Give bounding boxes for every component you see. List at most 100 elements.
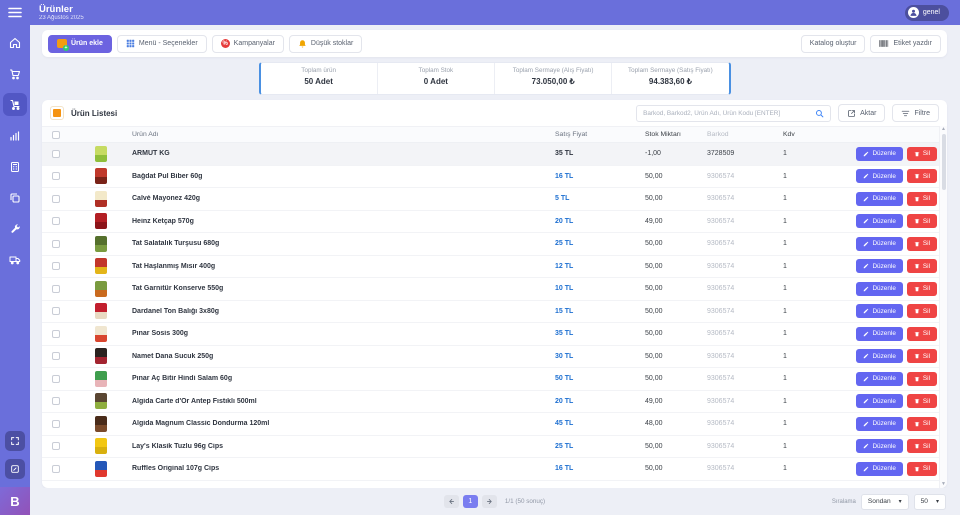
product-price-link[interactable]: 25 TL: [555, 443, 645, 450]
low-stock-button[interactable]: Düşük stoklar: [289, 35, 362, 53]
sidebar-item-home[interactable]: [3, 31, 27, 54]
row-checkbox[interactable]: [52, 217, 60, 225]
scroll-down-icon[interactable]: ▼: [941, 481, 946, 488]
menu-options-button[interactable]: Menü - Seçenekler: [117, 35, 207, 53]
product-price-link[interactable]: 35 TL: [555, 150, 645, 157]
table-row[interactable]: Dardanel Ton Balığı 3x80g 15 TL 50,00 93…: [42, 301, 939, 324]
row-checkbox[interactable]: [52, 150, 60, 158]
delete-button[interactable]: Sil: [907, 417, 937, 431]
sidebar-item-products[interactable]: [3, 93, 27, 116]
table-row[interactable]: Algida Carte d'Or Antep Fıstıklı 500ml 2…: [42, 391, 939, 414]
row-checkbox[interactable]: [52, 285, 60, 293]
create-catalog-button[interactable]: Katalog oluştur: [801, 35, 866, 53]
table-row[interactable]: Pınar Sosis 300g 35 TL 50,00 9306574 1 D…: [42, 323, 939, 346]
product-price-link[interactable]: 45 TL: [555, 420, 645, 427]
hamburger-menu-icon[interactable]: [8, 7, 22, 18]
edit-button[interactable]: Düzenle: [856, 169, 902, 183]
edit-button[interactable]: Düzenle: [856, 462, 902, 476]
product-price-link[interactable]: 12 TL: [555, 263, 645, 270]
row-checkbox[interactable]: [52, 442, 60, 450]
fullscreen-button[interactable]: [5, 431, 25, 451]
product-price-link[interactable]: 10 TL: [555, 285, 645, 292]
row-checkbox[interactable]: [52, 420, 60, 428]
product-price-link[interactable]: 50 TL: [555, 375, 645, 382]
add-product-button[interactable]: Ürün ekle: [48, 35, 112, 53]
product-price-link[interactable]: 30 TL: [555, 353, 645, 360]
product-price-link[interactable]: 35 TL: [555, 330, 645, 337]
scroll-up-icon[interactable]: ▲: [941, 126, 946, 133]
edit-button[interactable]: Düzenle: [856, 304, 902, 318]
brand-logo[interactable]: B: [0, 487, 30, 515]
table-row[interactable]: Heinz Ketçap 570g 20 TL 49,00 9306574 1 …: [42, 211, 939, 234]
current-page-badge[interactable]: 1: [463, 495, 478, 508]
sidebar-item-tools[interactable]: [3, 217, 27, 240]
print-label-button[interactable]: Etiket yazdır: [870, 35, 941, 53]
table-row[interactable]: Calvé Mayonez 420g 5 TL 50,00 9306574 1 …: [42, 188, 939, 211]
export-button[interactable]: Aktar: [838, 104, 885, 122]
delete-button[interactable]: Sil: [907, 192, 937, 206]
sidebar-item-sales[interactable]: [3, 62, 27, 85]
delete-button[interactable]: Sil: [907, 327, 937, 341]
product-price-link[interactable]: 16 TL: [555, 465, 645, 472]
search-input[interactable]: [643, 110, 811, 117]
row-checkbox[interactable]: [52, 375, 60, 383]
table-row[interactable]: Tat Garnitür Konserve 550g 10 TL 50,00 9…: [42, 278, 939, 301]
table-row[interactable]: ARMUT KG 35 TL -1,00 3728509 1 Düzenle S…: [42, 143, 939, 166]
user-menu[interactable]: genel: [905, 5, 949, 21]
edit-button[interactable]: Düzenle: [856, 372, 902, 386]
table-row[interactable]: Tat Salatalık Turşusu 680g 25 TL 50,00 9…: [42, 233, 939, 256]
row-checkbox[interactable]: [52, 240, 60, 248]
sidebar-item-reports[interactable]: [3, 124, 27, 147]
table-row[interactable]: Bağdat Pul Biber 60g 16 TL 50,00 9306574…: [42, 166, 939, 189]
product-price-link[interactable]: 5 TL: [555, 195, 645, 202]
row-checkbox[interactable]: [52, 172, 60, 180]
row-checkbox[interactable]: [52, 307, 60, 315]
edit-button[interactable]: Düzenle: [856, 417, 902, 431]
product-price-link[interactable]: 20 TL: [555, 398, 645, 405]
filter-button[interactable]: Filtre: [892, 104, 939, 122]
delete-button[interactable]: Sil: [907, 462, 937, 476]
delete-button[interactable]: Sil: [907, 147, 937, 161]
edit-mode-button[interactable]: [5, 459, 25, 479]
sidebar-item-documents[interactable]: [3, 186, 27, 209]
table-row[interactable]: Namet Dana Sucuk 250g 30 TL 50,00 930657…: [42, 346, 939, 369]
row-checkbox[interactable]: [52, 262, 60, 270]
sidebar-item-delivery[interactable]: [3, 248, 27, 271]
edit-button[interactable]: Düzenle: [856, 394, 902, 408]
edit-button[interactable]: Düzenle: [856, 259, 902, 273]
delete-button[interactable]: Sil: [907, 439, 937, 453]
delete-button[interactable]: Sil: [907, 259, 937, 273]
delete-button[interactable]: Sil: [907, 304, 937, 318]
table-row[interactable]: Tat Haşlanmış Mısır 400g 12 TL 50,00 930…: [42, 256, 939, 279]
edit-button[interactable]: Düzenle: [856, 439, 902, 453]
page-size-select[interactable]: 50 ▾: [914, 494, 946, 510]
select-all-checkbox[interactable]: [52, 131, 60, 139]
edit-button[interactable]: Düzenle: [856, 237, 902, 251]
edit-button[interactable]: Düzenle: [856, 349, 902, 363]
product-price-link[interactable]: 20 TL: [555, 218, 645, 225]
delete-button[interactable]: Sil: [907, 169, 937, 183]
edit-button[interactable]: Düzenle: [856, 214, 902, 228]
table-row[interactable]: Algida Magnum Classic Dondurma 120ml 45 …: [42, 413, 939, 436]
delete-button[interactable]: Sil: [907, 214, 937, 228]
table-row[interactable]: Pınar Aç Bitir Hindi Salam 60g 50 TL 50,…: [42, 368, 939, 391]
table-scrollbar[interactable]: ▲ ▼: [939, 126, 947, 488]
edit-button[interactable]: Düzenle: [856, 327, 902, 341]
next-page-button[interactable]: [482, 495, 497, 508]
search-icon[interactable]: [815, 109, 824, 118]
edit-button[interactable]: Düzenle: [856, 147, 902, 161]
row-checkbox[interactable]: [52, 330, 60, 338]
product-price-link[interactable]: 15 TL: [555, 308, 645, 315]
row-checkbox[interactable]: [52, 195, 60, 203]
delete-button[interactable]: Sil: [907, 372, 937, 386]
row-checkbox[interactable]: [52, 397, 60, 405]
product-price-link[interactable]: 25 TL: [555, 240, 645, 247]
delete-button[interactable]: Sil: [907, 394, 937, 408]
campaigns-button[interactable]: % Kampanyalar: [212, 35, 284, 53]
table-row[interactable]: Ruffles Original 107g Cips 16 TL 50,00 9…: [42, 458, 939, 481]
row-checkbox[interactable]: [52, 465, 60, 473]
row-checkbox[interactable]: [52, 352, 60, 360]
edit-button[interactable]: Düzenle: [856, 282, 902, 296]
table-row[interactable]: Lay's Klasik Tuzlu 96g Cips 25 TL 50,00 …: [42, 436, 939, 459]
sort-order-select[interactable]: Sondan ▾: [861, 494, 909, 510]
